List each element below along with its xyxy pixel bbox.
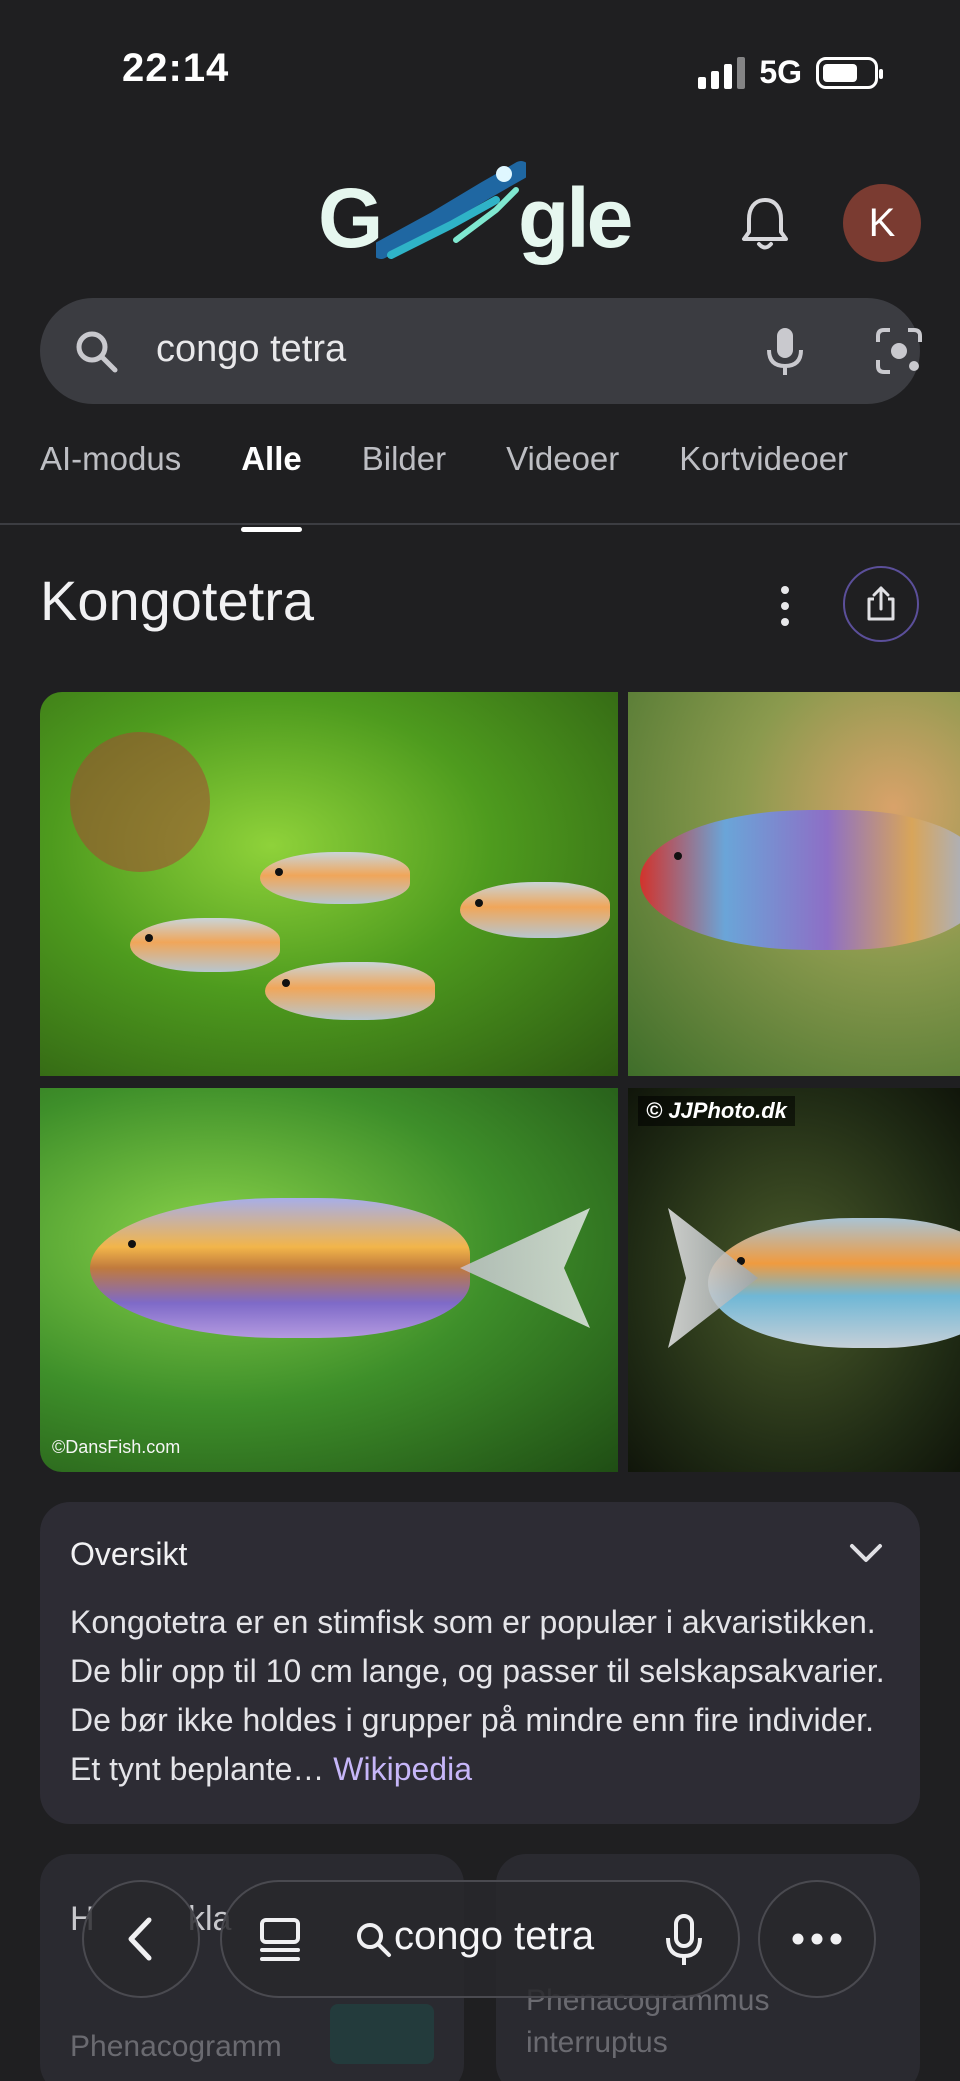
tabs-overview-icon[interactable] xyxy=(258,1916,302,1964)
search-bar[interactable]: congo tetra xyxy=(40,298,922,404)
account-avatar[interactable]: K xyxy=(843,184,921,262)
knowledge-panel-title: Kongotetra xyxy=(40,569,314,632)
tab-ai-mode[interactable]: AI-modus xyxy=(40,440,181,510)
mic-icon[interactable] xyxy=(662,1912,706,1968)
more-menu-button[interactable] xyxy=(758,1880,876,1998)
tabs-divider xyxy=(0,523,960,525)
overview-heading: Oversikt xyxy=(70,1536,188,1572)
status-indicators: 5G xyxy=(698,54,883,91)
overview-card[interactable]: Oversikt Kongotetra er en stimfisk som e… xyxy=(40,1502,920,1824)
chevron-down-icon[interactable] xyxy=(848,1538,884,1568)
more-options-icon[interactable] xyxy=(775,586,795,626)
overview-text: Kongotetra er en stimfisk som er populær… xyxy=(70,1598,900,1794)
network-type: 5G xyxy=(759,54,802,90)
image-result-1[interactable] xyxy=(40,692,618,1076)
ski-jumper-icon xyxy=(376,161,526,259)
header: G gle K xyxy=(0,150,960,270)
tab-all[interactable]: Alle xyxy=(241,440,302,532)
google-doodle-logo[interactable]: G gle xyxy=(318,150,650,270)
voice-search-mic-icon[interactable] xyxy=(758,324,812,378)
image-result-3[interactable]: ©DansFish.com xyxy=(40,1088,618,1472)
more-horizontal-icon xyxy=(792,1933,842,1945)
tab-videos[interactable]: Videoer xyxy=(506,440,619,510)
search-input[interactable]: congo tetra xyxy=(156,328,346,371)
image-watermark: ©DansFish.com xyxy=(52,1437,181,1457)
signal-strength-icon xyxy=(698,56,746,89)
related-card-subtitle: Phenacogramm xyxy=(70,2030,282,2063)
wikipedia-link[interactable]: Wikipedia xyxy=(333,1751,472,1787)
image-result-4[interactable]: © JJPhoto.dk xyxy=(628,1088,960,1472)
related-card-thumbnail xyxy=(330,2004,434,2064)
tab-short-videos[interactable]: Kortvideoer xyxy=(679,440,848,510)
battery-icon xyxy=(816,56,883,89)
google-lens-icon[interactable] xyxy=(872,324,926,378)
status-bar: 22:14 5G xyxy=(0,0,960,140)
logo-letter-g: G xyxy=(318,171,383,265)
image-result-2[interactable] xyxy=(628,692,960,1076)
notifications-bell-icon[interactable] xyxy=(740,194,790,254)
search-tabs: AI-modus Alle Bilder Videoer Kortvideoer xyxy=(40,440,848,532)
back-button[interactable] xyxy=(82,1880,200,1998)
status-time: 22:14 xyxy=(122,46,230,90)
search-icon xyxy=(76,331,118,373)
bottom-search-pill[interactable]: congo tetra xyxy=(220,1880,740,1998)
logo-letters-gle: gle xyxy=(518,171,633,265)
tab-images[interactable]: Bilder xyxy=(362,440,446,510)
overview-description: Kongotetra er en stimfisk som er populær… xyxy=(70,1604,885,1787)
share-icon xyxy=(867,586,895,621)
related-card-subtitle-line2: interruptus xyxy=(526,2026,668,2059)
search-icon xyxy=(357,1923,391,1957)
bottom-navigation: congo tetra xyxy=(0,1880,960,2000)
share-button[interactable] xyxy=(843,566,919,642)
image-watermark: © JJPhoto.dk xyxy=(638,1096,795,1126)
bottom-search-query[interactable]: congo tetra xyxy=(394,1914,594,1959)
chevron-left-icon xyxy=(128,1917,152,1961)
